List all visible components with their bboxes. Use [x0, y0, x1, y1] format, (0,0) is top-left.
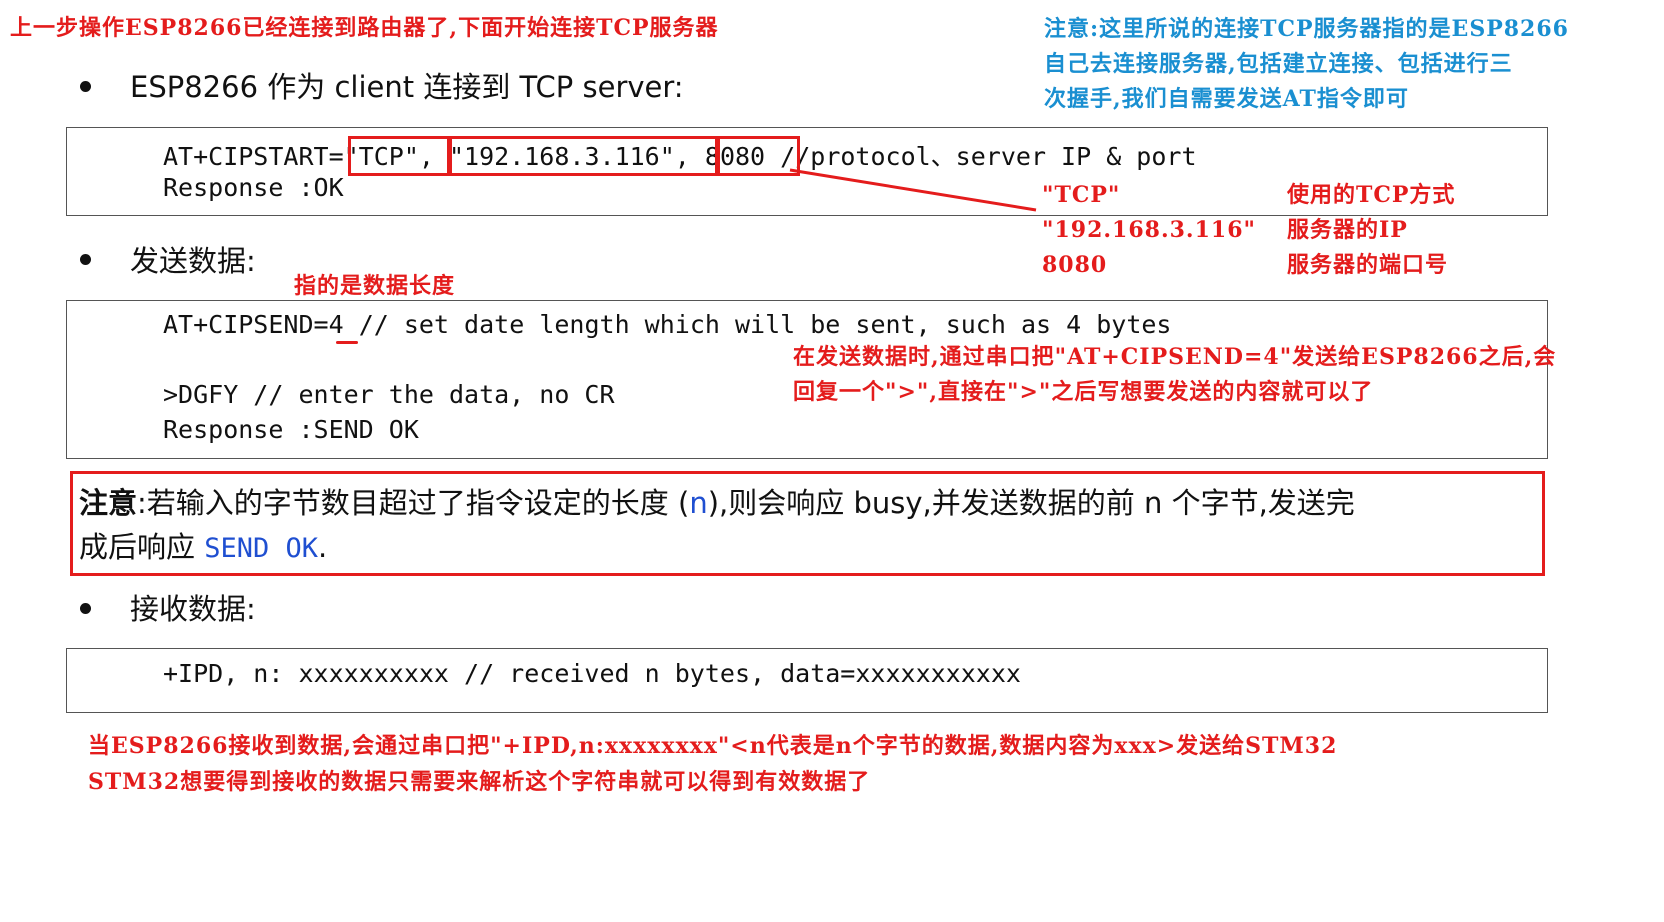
param-name: "TCP" [1042, 182, 1121, 208]
warning-label: 注意 [79, 486, 138, 520]
length-annotation: 指的是数据长度 [294, 273, 456, 299]
receive-annotation: 当ESP8266接收到数据,会通过串口把"+IPD,n:xxxxxxxx"<n代… [88, 728, 1337, 800]
cipsend-command: AT+CIPSEND= [163, 310, 329, 339]
cipsend-comment: // set date length which will be sent, s… [358, 310, 1172, 339]
warning-n: n [689, 486, 708, 520]
warning-text-2a: 成后响应 [79, 530, 205, 564]
warning-line-1: 注意:若输入的字节数目超过了指令设定的长度 (n),则会响应 busy,并发送数… [79, 481, 1355, 525]
send-ok-code: SEND OK [204, 533, 319, 564]
bullet-dot-3 [80, 603, 91, 614]
receive-annotation-line-2: STM32想要得到接收的数据只需要来解析这个字符串就可以得到有效数据了 [88, 769, 871, 795]
param-desc: 使用的TCP方式 [1287, 182, 1456, 208]
param-table: "TCP" 使用的TCP方式 "192.168.3.116" 服务器的IP 8080… [1042, 178, 1455, 283]
warning-text-2b: . [318, 530, 328, 564]
send-annotation-line-2: 回复一个">",直接在">"之后写想要发送的内容就可以了 [793, 379, 1374, 405]
warning-line-2: 成后响应 SEND OK. [79, 525, 1355, 571]
cipsend-line: AT+CIPSEND=4 // set date length which wi… [163, 310, 1171, 339]
param-name: "192.168.3.116" [1042, 217, 1256, 243]
ipd-line: +IPD, n: xxxxxxxxxx // received n bytes,… [163, 659, 1021, 688]
send-annotation: 在发送数据时,通过串口把"AT+CIPSEND=4"发送给ESP8266之后,会… [793, 340, 1556, 410]
warning-text: 注意:若输入的字节数目超过了指令设定的长度 (n),则会响应 busy,并发送数… [79, 481, 1355, 571]
section3-heading: 接收数据: [130, 592, 256, 626]
param-name: 8080 [1042, 252, 1108, 278]
receive-annotation-line-1: 当ESP8266接收到数据,会通过串口把"+IPD,n:xxxxxxxx"<n代… [88, 733, 1338, 759]
param-row: "192.168.3.116" 服务器的IP [1042, 213, 1455, 248]
param-row: "TCP" 使用的TCP方式 [1042, 178, 1455, 213]
param-desc: 服务器的IP [1287, 217, 1408, 243]
warning-text-1b: ),则会响应 busy,并发送数据的前 n 个字节,发送完 [707, 486, 1355, 520]
send-annotation-line-1: 在发送数据时,通过串口把"AT+CIPSEND=4"发送给ESP8266之后,会 [793, 344, 1557, 370]
cipsend-length-value: 4 [328, 310, 344, 339]
length-underline [336, 341, 358, 344]
data-entry-line: >DGFY // enter the data, no CR [163, 380, 615, 409]
bullet-dot-2 [80, 254, 91, 265]
param-desc: 服务器的端口号 [1287, 252, 1449, 278]
cipsend-response: Response :SEND OK [163, 415, 419, 444]
param-row: 8080 服务器的端口号 [1042, 248, 1455, 283]
section2-heading: 发送数据: [130, 244, 256, 278]
warning-text-1a: :若输入的字节数目超过了指令设定的长度 ( [137, 486, 690, 520]
